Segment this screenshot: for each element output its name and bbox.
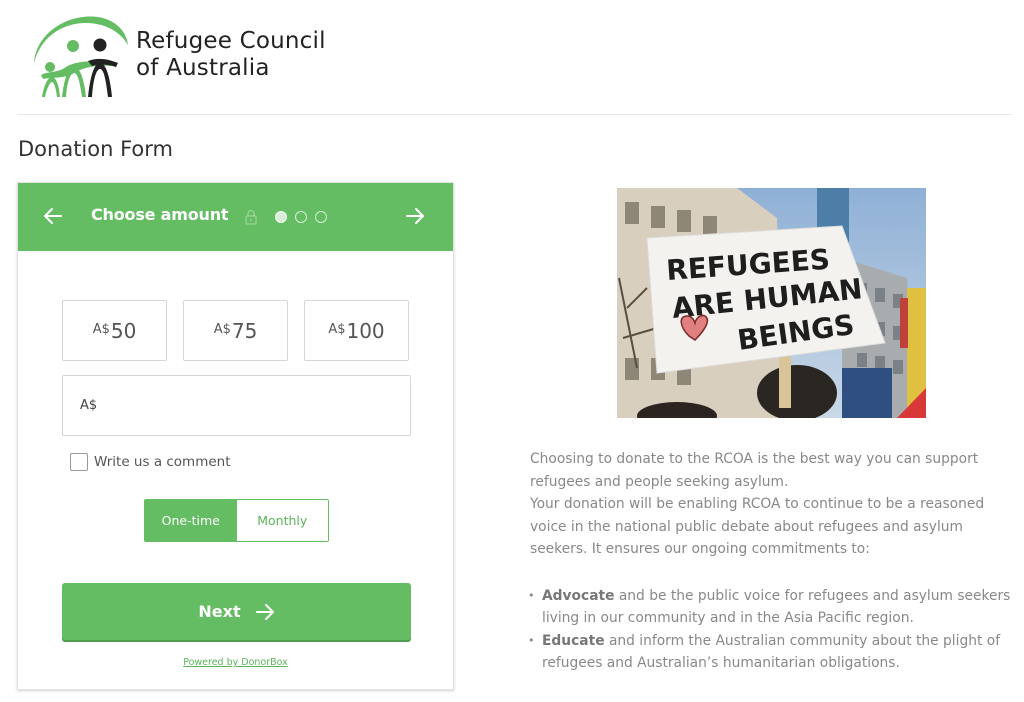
- amount-currency: A$: [328, 322, 346, 337]
- page-title: Donation Form: [18, 137, 173, 161]
- amount-option-75[interactable]: A$ 75: [183, 300, 288, 361]
- commitment-text: and inform the Australian community abou…: [542, 632, 1001, 672]
- amount-option-100[interactable]: A$ 100: [304, 300, 409, 361]
- forward-button[interactable]: [402, 203, 428, 229]
- back-button[interactable]: [40, 203, 66, 229]
- arrow-left-icon: [44, 208, 62, 224]
- amount-value: 75: [231, 318, 258, 343]
- next-button-label: Next: [198, 602, 241, 621]
- amount-currency: A$: [213, 322, 231, 337]
- custom-amount-currency: A$: [80, 398, 98, 413]
- arrow-right-icon: [255, 603, 274, 620]
- comment-checkbox[interactable]: [70, 453, 88, 471]
- logo-text-line1: Refugee Council: [136, 28, 326, 54]
- header-divider: [17, 114, 1012, 115]
- step-dot-3: [315, 211, 327, 223]
- amount-options: A$ 50 A$ 75 A$ 100: [62, 300, 409, 361]
- amount-option-50[interactable]: A$ 50: [62, 300, 167, 361]
- step-dot-2: [295, 211, 307, 223]
- custom-amount-input[interactable]: [101, 376, 410, 435]
- donation-form: Choose amount A$ 50 A$ 75 A$ 100 A$ Writ…: [17, 182, 454, 690]
- comment-checkbox-row[interactable]: Write us a comment: [70, 453, 231, 471]
- frequency-toggle: One-time Monthly: [144, 499, 329, 542]
- description-paragraph-2: Your donation will be enabling RCOA to c…: [530, 496, 985, 557]
- refugee-council-logo-icon: [34, 16, 128, 97]
- commitment-bold: Advocate: [542, 587, 615, 604]
- step-dot-1: [275, 211, 287, 223]
- protest-photo: REFUGEES ARE HUMAN BEINGS: [617, 188, 926, 418]
- next-button[interactable]: Next: [62, 583, 411, 640]
- donation-description: Choosing to donate to the RCOA is the be…: [528, 448, 1020, 675]
- powered-by: Powered by DonorBox: [18, 657, 453, 668]
- commitment-item: Educate and inform the Australian commun…: [528, 630, 1020, 675]
- form-header: Choose amount: [18, 183, 453, 251]
- protest-sign-image: REFUGEES ARE HUMAN BEINGS: [617, 188, 926, 418]
- description-paragraph-1: Choosing to donate to the RCOA is the be…: [530, 451, 979, 490]
- arrow-right-icon: [406, 208, 424, 224]
- powered-by-link[interactable]: Powered by DonorBox: [183, 657, 288, 668]
- commitment-item: Advocate and be the public voice for ref…: [528, 585, 1020, 630]
- step-indicator: [275, 211, 327, 223]
- commitments-list: Advocate and be the public voice for ref…: [528, 585, 1020, 675]
- logo-text-line2: of Australia: [136, 55, 270, 81]
- step-title: Choose amount: [91, 205, 229, 224]
- site-logo[interactable]: Refugee Council of Australia: [28, 10, 338, 100]
- amount-value: 50: [110, 318, 137, 343]
- amount-currency: A$: [92, 322, 110, 337]
- custom-amount-field[interactable]: A$: [62, 375, 411, 436]
- frequency-monthly[interactable]: Monthly: [236, 500, 328, 541]
- comment-checkbox-label: Write us a comment: [94, 454, 231, 470]
- logo-text: Refugee Council of Australia: [136, 28, 326, 82]
- commitment-bold: Educate: [542, 632, 605, 649]
- lock-icon: [245, 209, 257, 225]
- frequency-one-time[interactable]: One-time: [145, 500, 237, 541]
- amount-value: 100: [346, 318, 385, 343]
